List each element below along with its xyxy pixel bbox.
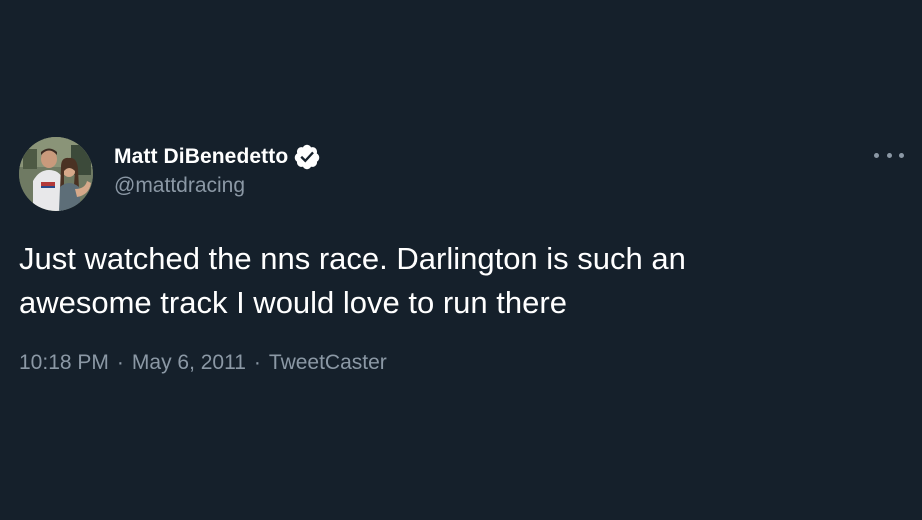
tweet-date[interactable]: May 6, 2011 [132,351,246,375]
more-dot [899,152,904,158]
separator: · [253,351,261,374]
avatar[interactable] [19,137,93,211]
more-options-icon[interactable] [874,146,904,164]
verified-badge-icon [293,143,321,171]
tweet-card: Matt DiBenedetto @mattdracing Just watch… [0,0,922,520]
avatar-photo [19,137,93,211]
tweet-source[interactable]: TweetCaster [269,351,387,375]
author-name-row[interactable]: Matt DiBenedetto [114,141,321,173]
tweet-text: Just watched the nns race. Darlington is… [19,241,686,320]
tweet-time[interactable]: 10:18 PM [19,351,109,375]
more-dot [874,152,879,158]
author-handle[interactable]: @mattdracing [114,174,245,198]
tweet-metadata: 10:18 PM · May 6, 2011 · TweetCaster [19,351,387,375]
author-display-name[interactable]: Matt DiBenedetto [114,145,288,169]
more-dot [886,152,892,158]
separator: · [116,351,124,374]
